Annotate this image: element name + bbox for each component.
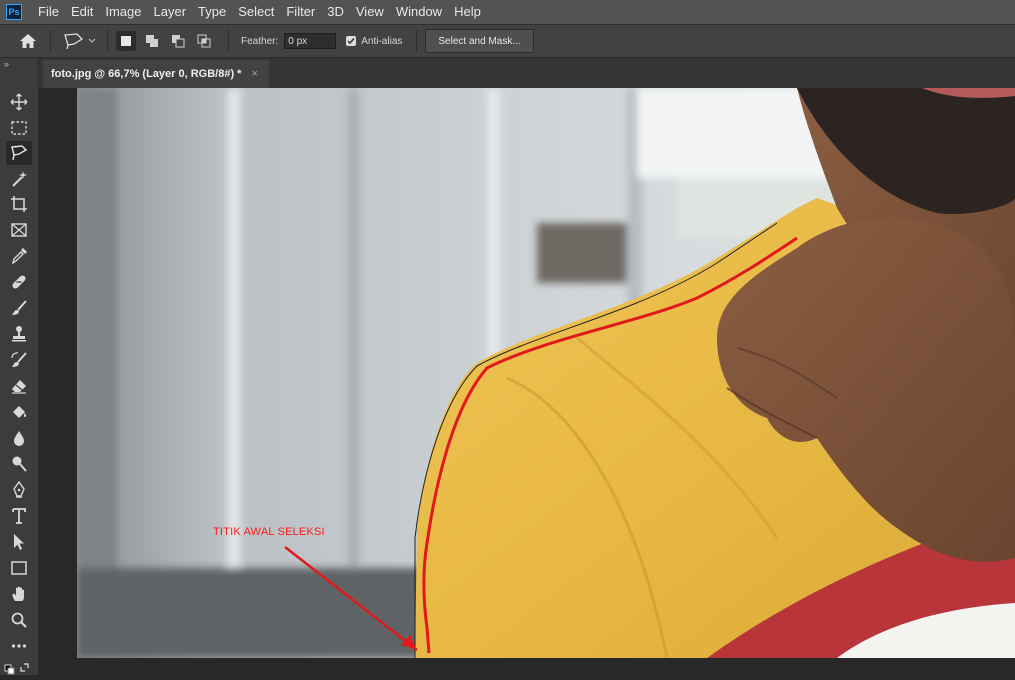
rectangular-marquee-tool[interactable] bbox=[6, 116, 32, 140]
frame-tool[interactable] bbox=[6, 218, 32, 242]
menu-filter[interactable]: Filter bbox=[280, 0, 321, 24]
menu-edit[interactable]: Edit bbox=[65, 0, 99, 24]
panel-collapse-icon[interactable]: » bbox=[0, 58, 38, 70]
eyedropper-tool[interactable] bbox=[6, 244, 32, 268]
zoom-tool[interactable] bbox=[6, 608, 32, 632]
crop-icon bbox=[11, 196, 27, 212]
tool-preset-picker[interactable] bbox=[59, 32, 99, 50]
crop-tool[interactable] bbox=[6, 192, 32, 216]
magic-wand-icon bbox=[12, 171, 27, 187]
tools-panel: » bbox=[0, 58, 39, 675]
home-icon bbox=[20, 34, 36, 48]
polygonal-lasso-icon bbox=[63, 33, 83, 50]
document-tab-bar: foto.jpg @ 66,7% (Layer 0, RGB/8#) * × bbox=[39, 58, 1015, 88]
hand-icon bbox=[12, 586, 24, 601]
more-icon bbox=[11, 644, 27, 648]
magic-wand-tool[interactable] bbox=[6, 167, 32, 191]
menu-window[interactable]: Window bbox=[390, 0, 448, 24]
move-icon bbox=[10, 93, 28, 111]
blur-tool[interactable] bbox=[6, 426, 32, 450]
rectangle-icon bbox=[11, 561, 27, 575]
subtract-from-selection-button[interactable] bbox=[168, 31, 188, 51]
menu-file[interactable]: File bbox=[32, 0, 65, 24]
subtract-selection-icon bbox=[172, 35, 185, 48]
select-and-mask-button[interactable]: Select and Mask... bbox=[425, 29, 534, 53]
document-tab-title: foto.jpg @ 66,7% (Layer 0, RGB/8#) * bbox=[51, 68, 242, 80]
separator bbox=[228, 30, 229, 52]
history-brush-icon bbox=[11, 352, 27, 367]
eyedropper-icon bbox=[11, 248, 27, 265]
anti-alias-label: Anti-alias bbox=[361, 35, 403, 47]
feather-input[interactable] bbox=[284, 33, 337, 49]
clone-stamp-tool[interactable] bbox=[6, 322, 32, 346]
menu-select[interactable]: Select bbox=[232, 0, 280, 24]
type-icon bbox=[12, 508, 26, 524]
polygonal-lasso-tool[interactable] bbox=[6, 141, 32, 165]
rectangle-tool[interactable] bbox=[6, 556, 32, 580]
brush-icon bbox=[12, 300, 27, 315]
menu-layer[interactable]: Layer bbox=[148, 0, 193, 24]
dodge-tool[interactable] bbox=[6, 452, 32, 476]
more-tools[interactable] bbox=[6, 634, 32, 658]
anti-alias-checkbox[interactable] bbox=[346, 36, 357, 46]
document-tab[interactable]: foto.jpg @ 66,7% (Layer 0, RGB/8#) * × bbox=[43, 60, 269, 88]
history-brush-tool[interactable] bbox=[6, 348, 32, 372]
pen-tool[interactable] bbox=[6, 478, 32, 502]
new-selection-button[interactable] bbox=[116, 31, 136, 51]
stamp-icon bbox=[12, 326, 26, 342]
menu-bar: Ps File Edit Image Layer Type Select Fil… bbox=[0, 0, 1015, 24]
chevron-down-icon bbox=[88, 38, 95, 43]
menu-help[interactable]: Help bbox=[448, 0, 487, 24]
water-drop-icon bbox=[14, 431, 24, 446]
separator bbox=[416, 30, 418, 52]
dodge-icon bbox=[12, 456, 27, 472]
menu-3d[interactable]: 3D bbox=[321, 0, 350, 24]
intersect-selection-icon bbox=[197, 34, 211, 48]
pen-icon bbox=[13, 481, 25, 498]
eraser-icon bbox=[12, 380, 26, 394]
marquee-icon bbox=[11, 121, 27, 135]
paint-bucket-icon bbox=[13, 406, 27, 418]
brush-tool[interactable] bbox=[6, 296, 32, 320]
photoshop-logo-icon[interactable]: Ps bbox=[6, 4, 22, 20]
separator bbox=[50, 30, 51, 52]
color-swatches[interactable] bbox=[4, 661, 34, 675]
menu-image[interactable]: Image bbox=[99, 0, 147, 24]
healing-brush-tool[interactable] bbox=[6, 270, 32, 294]
separator bbox=[107, 30, 108, 52]
frame-icon bbox=[11, 223, 27, 237]
close-icon[interactable]: × bbox=[251, 68, 257, 80]
paint-bucket-tool[interactable] bbox=[6, 400, 32, 424]
document-canvas[interactable]: TITIK AWAL SELEKSI bbox=[77, 88, 1015, 658]
type-tool[interactable] bbox=[6, 504, 32, 528]
feather-label: Feather: bbox=[241, 35, 279, 47]
eraser-tool[interactable] bbox=[6, 374, 32, 398]
polygonal-lasso-icon bbox=[11, 145, 28, 161]
move-tool[interactable] bbox=[6, 90, 32, 114]
default-colors-icon bbox=[4, 663, 29, 675]
home-button[interactable] bbox=[14, 33, 42, 49]
new-selection-icon bbox=[121, 36, 131, 46]
menu-type[interactable]: Type bbox=[192, 0, 232, 24]
arrow-pointer-icon bbox=[14, 534, 24, 550]
bandage-icon bbox=[12, 275, 26, 289]
add-to-selection-button[interactable] bbox=[142, 31, 162, 51]
add-selection-icon bbox=[146, 35, 158, 47]
canvas-area[interactable]: TITIK AWAL SELEKSI bbox=[39, 88, 1015, 675]
path-selection-tool[interactable] bbox=[6, 530, 32, 554]
hand-tool[interactable] bbox=[6, 582, 32, 606]
zoom-icon bbox=[11, 612, 27, 628]
annotation-label: TITIK AWAL SELEKSI bbox=[213, 526, 325, 538]
options-bar: Feather: Anti-alias Select and Mask... bbox=[0, 24, 1015, 58]
intersect-selection-button[interactable] bbox=[194, 31, 214, 51]
menu-view[interactable]: View bbox=[350, 0, 390, 24]
checkmark-icon bbox=[347, 38, 355, 45]
photo-image bbox=[77, 88, 1015, 658]
